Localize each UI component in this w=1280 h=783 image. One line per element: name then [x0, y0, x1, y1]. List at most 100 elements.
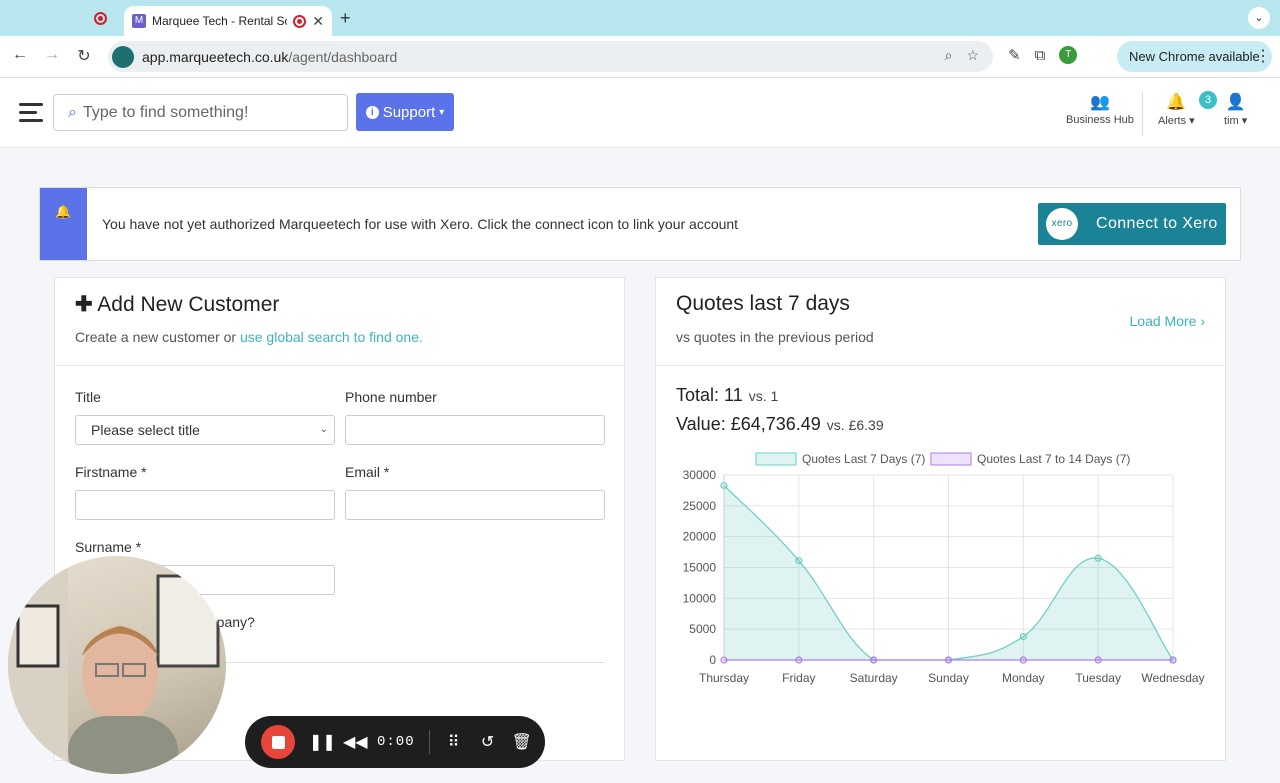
profile-avatar[interactable]: T — [1059, 46, 1078, 64]
email-label: Email * — [345, 464, 390, 480]
quotes-subtitle: vs quotes in the previous period — [676, 329, 874, 345]
data-point — [795, 656, 803, 664]
recording-tab[interactable] — [80, 6, 120, 30]
screen-recorder-controls: ❚❚ ◀◀ 0:00 ⠿ ↺ 🗑 — [245, 716, 545, 768]
surname-label: Surname * — [75, 539, 142, 555]
data-point — [870, 656, 878, 664]
browser-tabstrip: M Marquee Tech - Rental So ✕ + ⌄ — [0, 0, 1280, 36]
data-point — [795, 557, 803, 565]
support-label: Support — [382, 103, 436, 121]
pen-icon[interactable]: ✎ — [1008, 46, 1021, 64]
user-menu[interactable]: 👤 tim ▾ — [1224, 92, 1247, 127]
new-tab-icon[interactable]: + — [340, 8, 351, 29]
new-chrome-button[interactable]: New Chrome available — [1117, 41, 1272, 72]
rewind-icon[interactable]: ◀◀ — [343, 732, 368, 752]
alerts-label: Alerts ▾ — [1158, 115, 1195, 127]
quotes-card: Quotes last 7 days vs quotes in the prev… — [655, 277, 1226, 761]
phone-label: Phone number — [345, 389, 437, 405]
x-tick-label: Sunday — [928, 671, 969, 685]
y-tick-label: 15000 — [683, 561, 717, 575]
alerts-menu[interactable]: 🔔 Alerts ▾ — [1158, 92, 1195, 127]
menu-toggle-icon[interactable] — [19, 103, 43, 127]
legend-swatch — [755, 452, 797, 466]
user-icon: 👤 — [1225, 94, 1246, 111]
legend-swatch — [930, 452, 972, 466]
pause-icon[interactable]: ❚❚ — [309, 732, 336, 752]
quotes-line-chart: 0 5000 10000 15000 20000 25000 30000 Thursday Fr… — [683, 452, 1205, 685]
extensions-icon[interactable]: ⧉ — [1035, 47, 1046, 64]
url-path: /agent/dashboard — [288, 48, 398, 65]
y-tick-label: 30000 — [683, 468, 717, 482]
data-point — [944, 656, 953, 664]
business-hub-link[interactable]: 👥 Business Hub — [1066, 92, 1134, 126]
title-label: Title — [75, 389, 101, 405]
restart-icon[interactable]: ↺ — [478, 732, 498, 752]
zoom-icon[interactable]: ⌕ — [945, 47, 953, 64]
stop-recording-button[interactable] — [261, 725, 295, 759]
bell-icon: 🔔 — [1166, 94, 1187, 111]
title-select[interactable]: Please select title ⌄ — [75, 415, 335, 445]
marquee-favicon-icon: M — [132, 14, 146, 28]
trash-icon[interactable]: 🗑 — [512, 732, 532, 752]
info-icon: i — [365, 105, 379, 119]
app-header: ⌕ i Support ▾ 👥 Business Hub 🔔 Alerts ▾ … — [0, 78, 1280, 148]
y-tick-label: 0 — [709, 653, 716, 667]
add-customer-subtitle: Create a new customer or use global sear… — [75, 329, 423, 345]
divider — [428, 730, 430, 754]
quotes-title: Quotes last 7 days — [676, 292, 850, 315]
quotes-chart: 0 5000 10000 15000 20000 25000 30000 Thursday Fr… — [656, 444, 1227, 694]
phone-field[interactable] — [345, 415, 605, 445]
data-point — [1094, 656, 1102, 664]
webcam-person-image — [8, 556, 220, 774]
user-label: tim ▾ — [1224, 115, 1248, 127]
data-point — [1094, 554, 1102, 562]
search-input[interactable] — [82, 103, 323, 122]
close-icon[interactable]: ✕ — [312, 13, 324, 30]
add-customer-title: ✚ Add New Customer — [75, 293, 280, 316]
url-host: app.marqueetech.co.uk — [142, 48, 289, 65]
bell-icon: 🔔 — [40, 188, 87, 260]
address-bar[interactable]: app.marqueetech.co.uk/agent/dashboard ⌕ … — [108, 41, 993, 72]
recording-icon — [93, 11, 107, 25]
legend-label: Quotes Last 7 Days (7) — [802, 452, 925, 466]
y-tick-label: 5000 — [689, 622, 716, 636]
load-more-link[interactable]: Load More › — [1130, 313, 1206, 329]
browser-menu-icon[interactable]: ⋮ — [1255, 46, 1271, 66]
xero-alert-banner: 🔔 You have not yet authorized Marqueetec… — [39, 187, 1241, 261]
connect-xero-button[interactable]: xero Connect to Xero — [1038, 203, 1226, 245]
plus-icon: ✚ — [75, 293, 93, 316]
title-select-value: Please select title — [91, 422, 200, 438]
webcam-overlay[interactable] — [8, 556, 226, 774]
reload-icon[interactable]: ↻ — [74, 46, 94, 66]
chevron-down-icon: ▾ — [439, 106, 445, 118]
firstname-field[interactable] — [75, 490, 335, 520]
grid-icon[interactable]: ⠿ — [444, 732, 464, 752]
quotes-value: Value: £64,736.49 vs. £6.39 — [676, 414, 884, 434]
site-info-icon[interactable] — [112, 45, 134, 68]
data-point — [1019, 656, 1027, 664]
tab-search-icon[interactable]: ⌄ — [1248, 7, 1270, 29]
global-search-link[interactable]: use global search to find one. — [240, 329, 423, 345]
forward-icon[interactable]: → — [42, 46, 62, 64]
y-tick-label: 20000 — [683, 530, 717, 544]
data-point — [1019, 632, 1027, 641]
quotes-total: Total: 11 vs. 1 — [676, 385, 779, 405]
users-icon: 👥 — [1089, 94, 1110, 111]
x-tick-label: Wednesday — [1141, 671, 1204, 685]
back-icon[interactable]: ← — [10, 46, 30, 64]
business-hub-label: Business Hub — [1066, 114, 1134, 126]
x-tick-label: Friday — [782, 671, 815, 685]
divider — [1142, 92, 1143, 136]
search-icon: ⌕ — [68, 103, 77, 121]
support-button[interactable]: i Support ▾ — [356, 93, 454, 131]
browser-tab-active[interactable]: M Marquee Tech - Rental So ✕ — [124, 6, 332, 36]
chevron-right-icon: › — [1200, 313, 1205, 329]
xero-message: You have not yet authorized Marqueetech … — [102, 216, 739, 232]
x-tick-label: Monday — [1002, 671, 1045, 685]
data-point — [1169, 656, 1177, 664]
y-tick-label: 25000 — [683, 499, 717, 513]
global-search[interactable]: ⌕ — [53, 94, 348, 131]
email-field[interactable] — [345, 490, 605, 520]
bookmark-star-icon[interactable]: ☆ — [966, 47, 979, 64]
recording-timer: 0:00 — [377, 734, 415, 750]
